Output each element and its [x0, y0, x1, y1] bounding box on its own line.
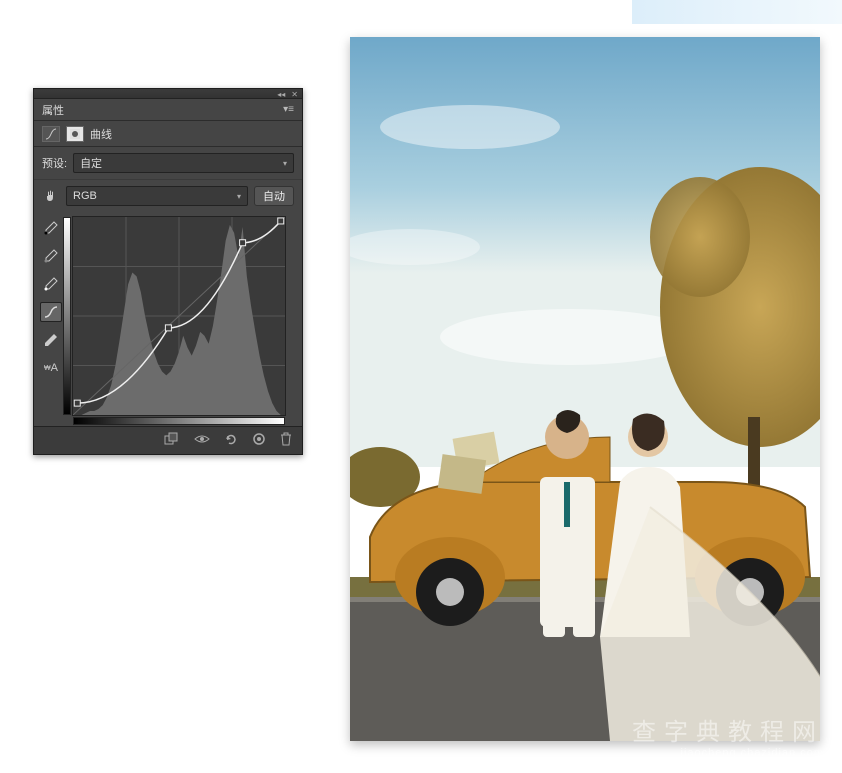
collapse-icon[interactable]: ◂◂: [277, 90, 285, 99]
curves-graph[interactable]: [72, 216, 286, 416]
properties-panel: ◂◂ ✕ 属性 ▾≡ 曲线 预设: 自定 RGB 自动: [33, 88, 303, 455]
graph-area: [68, 212, 302, 426]
channel-select[interactable]: RGB: [66, 186, 248, 206]
text-adjust-icon[interactable]: ₩A: [40, 358, 62, 378]
output-gradient: [63, 217, 71, 415]
panel-tab-strip: ◂◂ ✕: [34, 89, 302, 99]
curves-icon[interactable]: [42, 126, 60, 142]
clip-to-layer-icon[interactable]: [164, 432, 180, 449]
preset-select[interactable]: 自定: [73, 153, 294, 173]
watermark-url: jiaocheng.chazidian.com: [632, 747, 824, 759]
eyedropper-gray-icon[interactable]: [40, 246, 62, 266]
menu-icon[interactable]: ▾≡: [283, 104, 294, 115]
close-icon[interactable]: ✕: [291, 90, 298, 99]
preview-image: [350, 37, 820, 741]
adjustment-type-label: 曲线: [90, 126, 112, 142]
visibility-icon[interactable]: [194, 433, 210, 448]
revert-icon[interactable]: [224, 432, 238, 449]
channel-value: RGB: [73, 190, 97, 202]
pencil-icon[interactable]: [40, 330, 62, 350]
mask-icon[interactable]: [66, 126, 84, 142]
input-gradient: [73, 417, 285, 425]
preset-row: 预设: 自定: [34, 147, 302, 180]
panel-title-bar: 属性 ▾≡: [34, 99, 302, 121]
preset-label: 预设:: [42, 155, 67, 171]
channel-row: RGB 自动: [34, 180, 302, 212]
panel-footer: [34, 426, 302, 454]
delete-icon[interactable]: [280, 432, 292, 449]
watermark: 查字典教程网 jiaocheng.chazidian.com: [632, 712, 824, 759]
reset-icon[interactable]: [252, 432, 266, 449]
hand-icon[interactable]: [42, 188, 60, 204]
eyedropper-black-icon[interactable]: [40, 218, 62, 238]
curve-smooth-icon[interactable]: [40, 302, 62, 322]
panel-title: 属性: [42, 102, 64, 118]
eyedropper-white-icon[interactable]: [40, 274, 62, 294]
watermark-title: 查字典教程网: [632, 712, 824, 747]
adjustment-type-row: 曲线: [34, 121, 302, 147]
auto-button[interactable]: 自动: [254, 186, 294, 206]
preset-value: 自定: [80, 155, 102, 171]
curves-body: ₩A: [34, 212, 302, 426]
page-decoration: [632, 0, 842, 24]
